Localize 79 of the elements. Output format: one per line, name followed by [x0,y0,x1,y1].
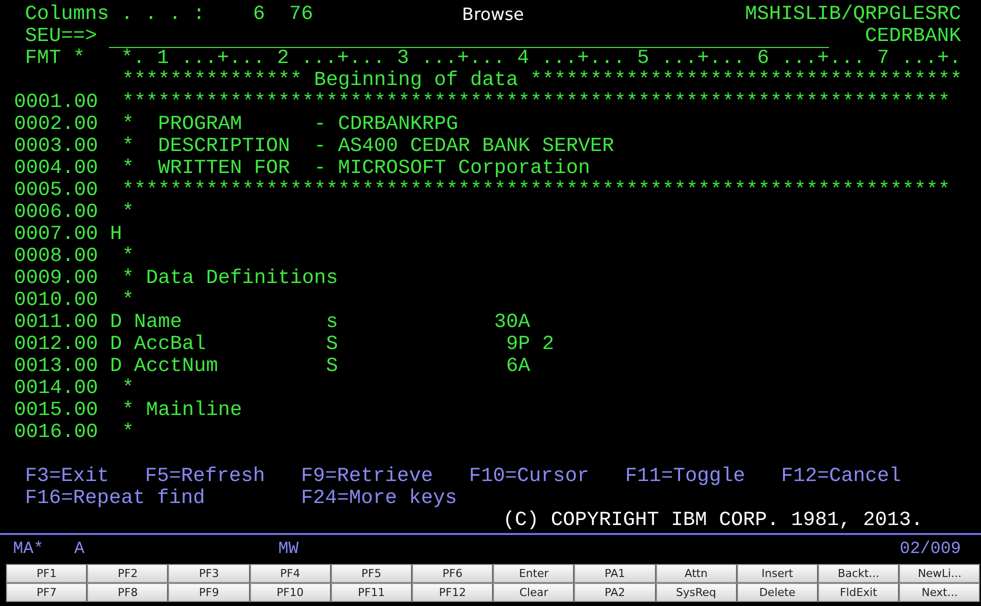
sequence-number: 0014.00 [14,378,100,400]
sequence-number: 0009.00 [14,268,100,290]
sequence-number: 0010.00 [14,290,100,312]
keypad-button[interactable]: PF9 [168,583,250,602]
function-key-hint[interactable]: F12=Cancel [781,466,981,488]
source-line: ********************************************************************* [121,180,950,202]
function-key-hint[interactable]: F16=Repeat find [25,488,302,510]
sequence-number: 0016.00 [14,422,100,444]
source-line: D AcctNum S 6A [110,356,530,378]
source-line: H [110,224,122,246]
source-file-name: MSHISLIB/QRPGLESRC [744,4,961,26]
beginning-of-data-marker: *************** Beginning of data ************************************ [121,70,962,92]
function-key-hint[interactable]: F5=Refresh [145,466,302,488]
source-line: * DESCRIPTION - AS400 CEDAR BANK SERVER [121,136,614,158]
keypad-button[interactable]: PF7 [6,583,88,602]
function-key-hint[interactable]: F11=Toggle [625,466,782,488]
sequence-number: 0006.00 [14,202,100,224]
sequence-number: 0008.00 [14,246,100,268]
sequence-number: 0004.00 [14,158,100,180]
source-line: D Name s 30A [110,312,530,334]
sequence-number: 0005.00 [14,180,100,202]
function-key-hint[interactable]: F9=Retrieve [301,466,470,488]
sequence-number: 0003.00 [14,136,100,158]
command-prompt: SEU==> [25,25,98,48]
keypad-button[interactable]: FldExit [818,583,900,602]
source-line: * [121,202,134,224]
status-indicator: MW [278,539,299,561]
sequence-number: 0012.00 [14,334,100,356]
source-line: * [121,246,134,268]
format-label: FMT * [25,48,86,70]
keypad-button[interactable]: Clear [493,583,574,602]
keypad-button[interactable]: PA2 [574,583,656,602]
member-name: CEDRBANK [864,26,961,48]
keypad-button[interactable]: Enter [493,564,574,583]
sequence-number: 0007.00 [14,224,100,246]
keypad-button[interactable]: PF1 [6,564,88,583]
keypad-button[interactable]: Backt... [818,564,900,583]
keypad-button[interactable]: PA1 [574,564,656,583]
keypad-button[interactable]: PF6 [412,564,494,583]
sequence-number: 0002.00 [14,114,100,136]
sequence-number: 0015.00 [14,400,100,422]
keypad-button[interactable]: PF11 [330,583,412,602]
source-line: * Data Definitions [121,268,338,290]
keypad-button[interactable]: NewLi... [899,564,980,583]
sequence-number: 0011.00 [14,312,100,334]
keypad-button[interactable]: PF8 [87,583,168,602]
keypad-button[interactable]: Insert [736,564,818,583]
source-line: * WRITTEN FOR - MICROSOFT Corporation [121,158,590,180]
keypad-button[interactable]: Attn [656,564,737,583]
source-line: * [121,290,134,312]
status-indicator: MA* [13,539,44,561]
keypad-button[interactable]: PF12 [412,583,494,602]
keypad-button[interactable]: PF3 [168,564,250,583]
source-line: * [121,378,134,400]
source-line: * Mainline [121,400,242,422]
function-key-hint[interactable]: F3=Exit [25,466,146,488]
mode-title: Browse [462,4,524,26]
keypad-button[interactable]: PF4 [250,564,331,583]
column-range-label: Columns . . . : [25,3,206,26]
column-from: 6 [253,3,266,26]
keypad-button[interactable]: PF5 [330,564,412,583]
keypad-button[interactable]: Delete [736,583,818,602]
sequence-number: 0013.00 [14,356,100,378]
column-to: 76 [289,3,314,26]
source-line: D AccBal S 9P 2 [110,334,554,356]
source-line: ********************************************************************* [121,92,950,114]
sequence-number: 0001.00 [14,92,100,114]
column-ruler: *. 1 ...+... 2 ...+... 3 ...+... 4 ...+... 5 ...+... 6 ...+... 7 ...+. [121,48,962,70]
function-key-hint[interactable]: F24=More keys [301,488,470,510]
keypad-button[interactable]: PF2 [87,564,168,583]
cursor-position: 02/009 [900,539,961,561]
keypad-button[interactable]: Next... [899,583,980,602]
copyright-notice: (C) COPYRIGHT IBM CORP. 1981, 2013. [502,510,923,532]
source-line: * [121,422,134,444]
source-line: * PROGRAM - CDRBANKRPG [121,114,458,136]
keypad-button[interactable]: SysReq [656,583,737,602]
status-indicator: A [74,539,84,561]
keypad-button[interactable]: PF10 [250,583,331,602]
function-key-hint[interactable]: F10=Cursor [469,466,626,488]
